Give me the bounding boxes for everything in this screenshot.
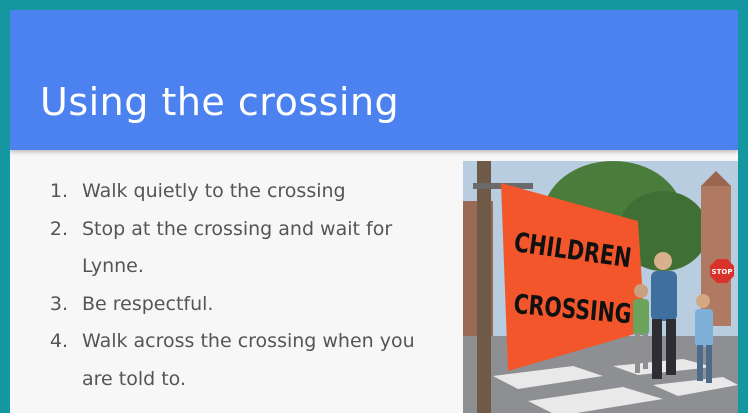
instruction-list: 1. Walk quietly to the crossing 2. Stop … (38, 173, 448, 398)
list-number: 3. (49, 292, 68, 315)
slide-frame: Using the crossing 1. Walk quietly to th… (0, 0, 748, 413)
list-item: 3. Be respectful. (38, 286, 448, 324)
list-item: 2. Stop at the crossing and wait for Lyn… (38, 211, 448, 286)
crossing-photo: CHILDREN CROSSING STOP (463, 161, 738, 413)
list-text: Walk quietly to the crossing (82, 180, 346, 202)
list-number: 4. (49, 330, 68, 352)
list-text: Stop at the crossing and wait for Lynne. (82, 217, 393, 278)
list-number: 1. (49, 180, 68, 202)
list-item: 1. Walk quietly to the crossing (38, 173, 448, 211)
list-number: 2. (49, 217, 68, 240)
stop-sign-text: STOP (712, 268, 733, 276)
slide-title: Using the crossing (40, 80, 400, 124)
photo-pole (477, 161, 491, 413)
list-text: Walk across the crossing when you are to… (82, 330, 415, 390)
list-item: 4. Walk across the crossing when you are… (38, 323, 448, 398)
list-text: Be respectful. (82, 292, 214, 315)
slide-header: Using the crossing (10, 10, 738, 150)
